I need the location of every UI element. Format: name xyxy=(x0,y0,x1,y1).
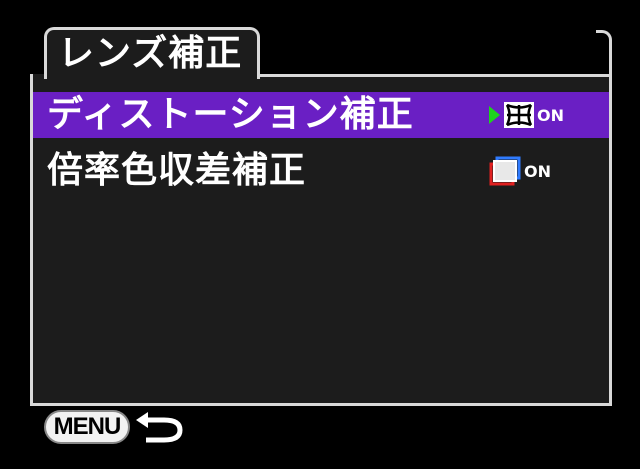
status-text: ON xyxy=(524,161,551,181)
chromatic-aberration-icon xyxy=(489,156,521,186)
return-arrow-icon[interactable] xyxy=(134,410,188,444)
menu-button[interactable]: MENU xyxy=(44,410,130,444)
menu-item-distortion-correction[interactable]: ディストーション補正 ON xyxy=(33,92,609,138)
menu-item-label: ディストーション補正 xyxy=(47,94,414,135)
right-arrow-icon xyxy=(489,106,500,124)
menu-item-label: 倍率色収差補正 xyxy=(47,150,307,191)
menu-item-lateral-chromatic-aberration[interactable]: 倍率色収差補正 ON xyxy=(33,148,609,194)
menu-item-status: ON xyxy=(489,100,564,130)
status-text: ON xyxy=(537,105,564,125)
menu-item-status: ON xyxy=(489,156,551,186)
page-title: レンズ補正 xyxy=(58,33,243,74)
panel-corner xyxy=(596,30,612,76)
tab-divider xyxy=(260,74,612,77)
distortion-grid-icon xyxy=(504,102,534,128)
